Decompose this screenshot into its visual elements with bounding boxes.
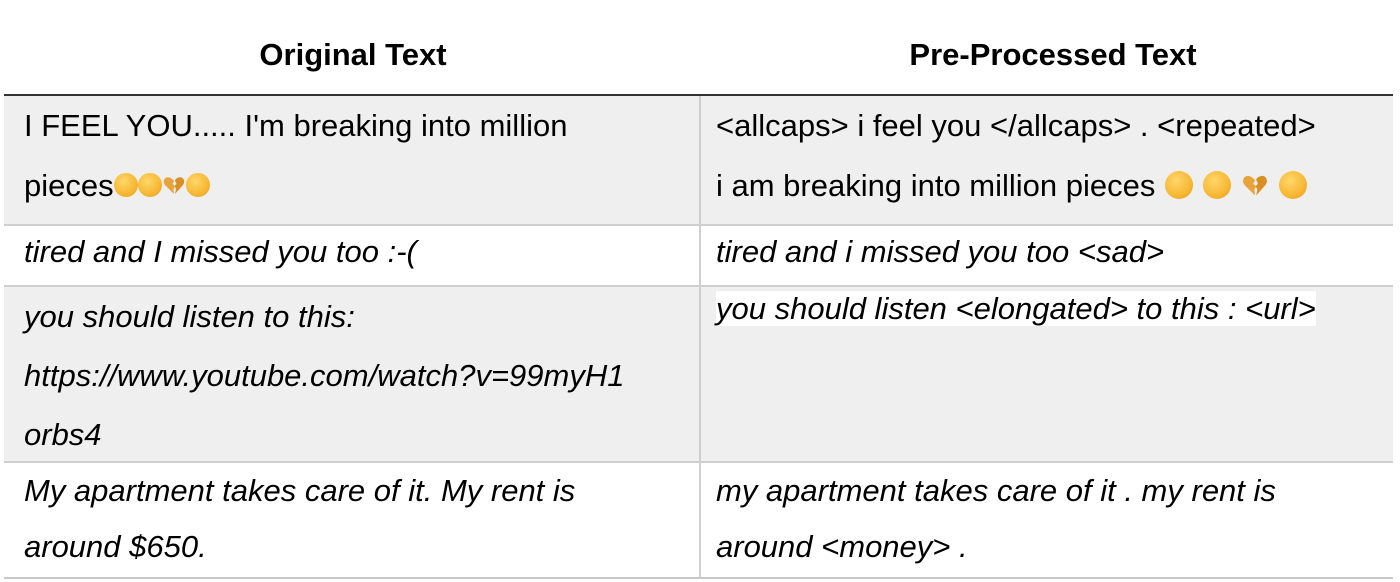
- processed-cell: <allcaps> i feel you </allcaps> . <repea…: [701, 96, 1393, 224]
- original-line: https://www.youtube.com/watch?v=99myH1: [24, 358, 625, 393]
- table-header: Original Text Pre-Processed Text: [0, 0, 1400, 96]
- disappointed-face-emoji-icon: [1279, 170, 1308, 199]
- original-cell: I FEEL YOU..... I'm breaking into millio…: [4, 96, 701, 224]
- frowning-face-emoji-icon: [113, 172, 138, 197]
- processed-line: i am breaking into million pieces: [716, 156, 1383, 216]
- table-row: tired and I missed you too :-( tired and…: [4, 226, 1393, 287]
- processed-line: my apartment takes care of it . my rent …: [716, 473, 1276, 508]
- disappointed-face-emoji-icon: [185, 172, 210, 197]
- frowning-face-emoji-icon: [1165, 170, 1194, 199]
- comparison-table: I FEEL YOU..... I'm breaking into millio…: [4, 96, 1393, 579]
- table-row: My apartment takes care of it. My rent i…: [4, 463, 1393, 579]
- broken-heart-emoji-icon: [162, 173, 186, 197]
- table-row: I FEEL YOU..... I'm breaking into millio…: [4, 96, 1393, 226]
- original-line: I FEEL YOU..... I'm breaking into millio…: [24, 108, 568, 143]
- original-cell: My apartment takes care of it. My rent i…: [4, 463, 701, 579]
- broken-heart-emoji-icon: [1241, 171, 1269, 199]
- processed-text: you should listen <elongated> to this : …: [716, 291, 1316, 326]
- crying-face-emoji-icon: [137, 172, 162, 197]
- original-line: orbs4: [24, 417, 102, 452]
- processed-cell: you should listen <elongated> to this : …: [701, 287, 1393, 461]
- original-line: My apartment takes care of it. My rent i…: [24, 473, 576, 508]
- processed-text: i am breaking into million pieces: [716, 168, 1156, 203]
- comparison-table-page: Original Text Pre-Processed Text I FEEL …: [0, 0, 1400, 582]
- processed-line: around <money> .: [716, 529, 968, 564]
- bottom-rule: [4, 577, 1393, 579]
- table-row: you should listen to this: https://www.y…: [4, 287, 1393, 463]
- original-cell: you should listen to this: https://www.y…: [4, 287, 701, 461]
- header-original-text: Original Text: [259, 37, 447, 72]
- original-line: you should listen to this:: [24, 299, 355, 334]
- header-preprocessed-text: Pre-Processed Text: [909, 37, 1197, 72]
- crying-face-emoji-icon: [1203, 170, 1232, 199]
- processed-cell: my apartment takes care of it . my rent …: [701, 463, 1393, 579]
- original-line: around $650.: [24, 529, 207, 564]
- original-cell: tired and I missed you too :-(: [4, 226, 701, 285]
- processed-cell: tired and i missed you too <sad>: [716, 234, 1165, 269]
- processed-line: <allcaps> i feel you </allcaps> . <repea…: [716, 108, 1316, 143]
- original-text: pieces: [24, 168, 114, 203]
- original-line: pieces: [24, 156, 689, 216]
